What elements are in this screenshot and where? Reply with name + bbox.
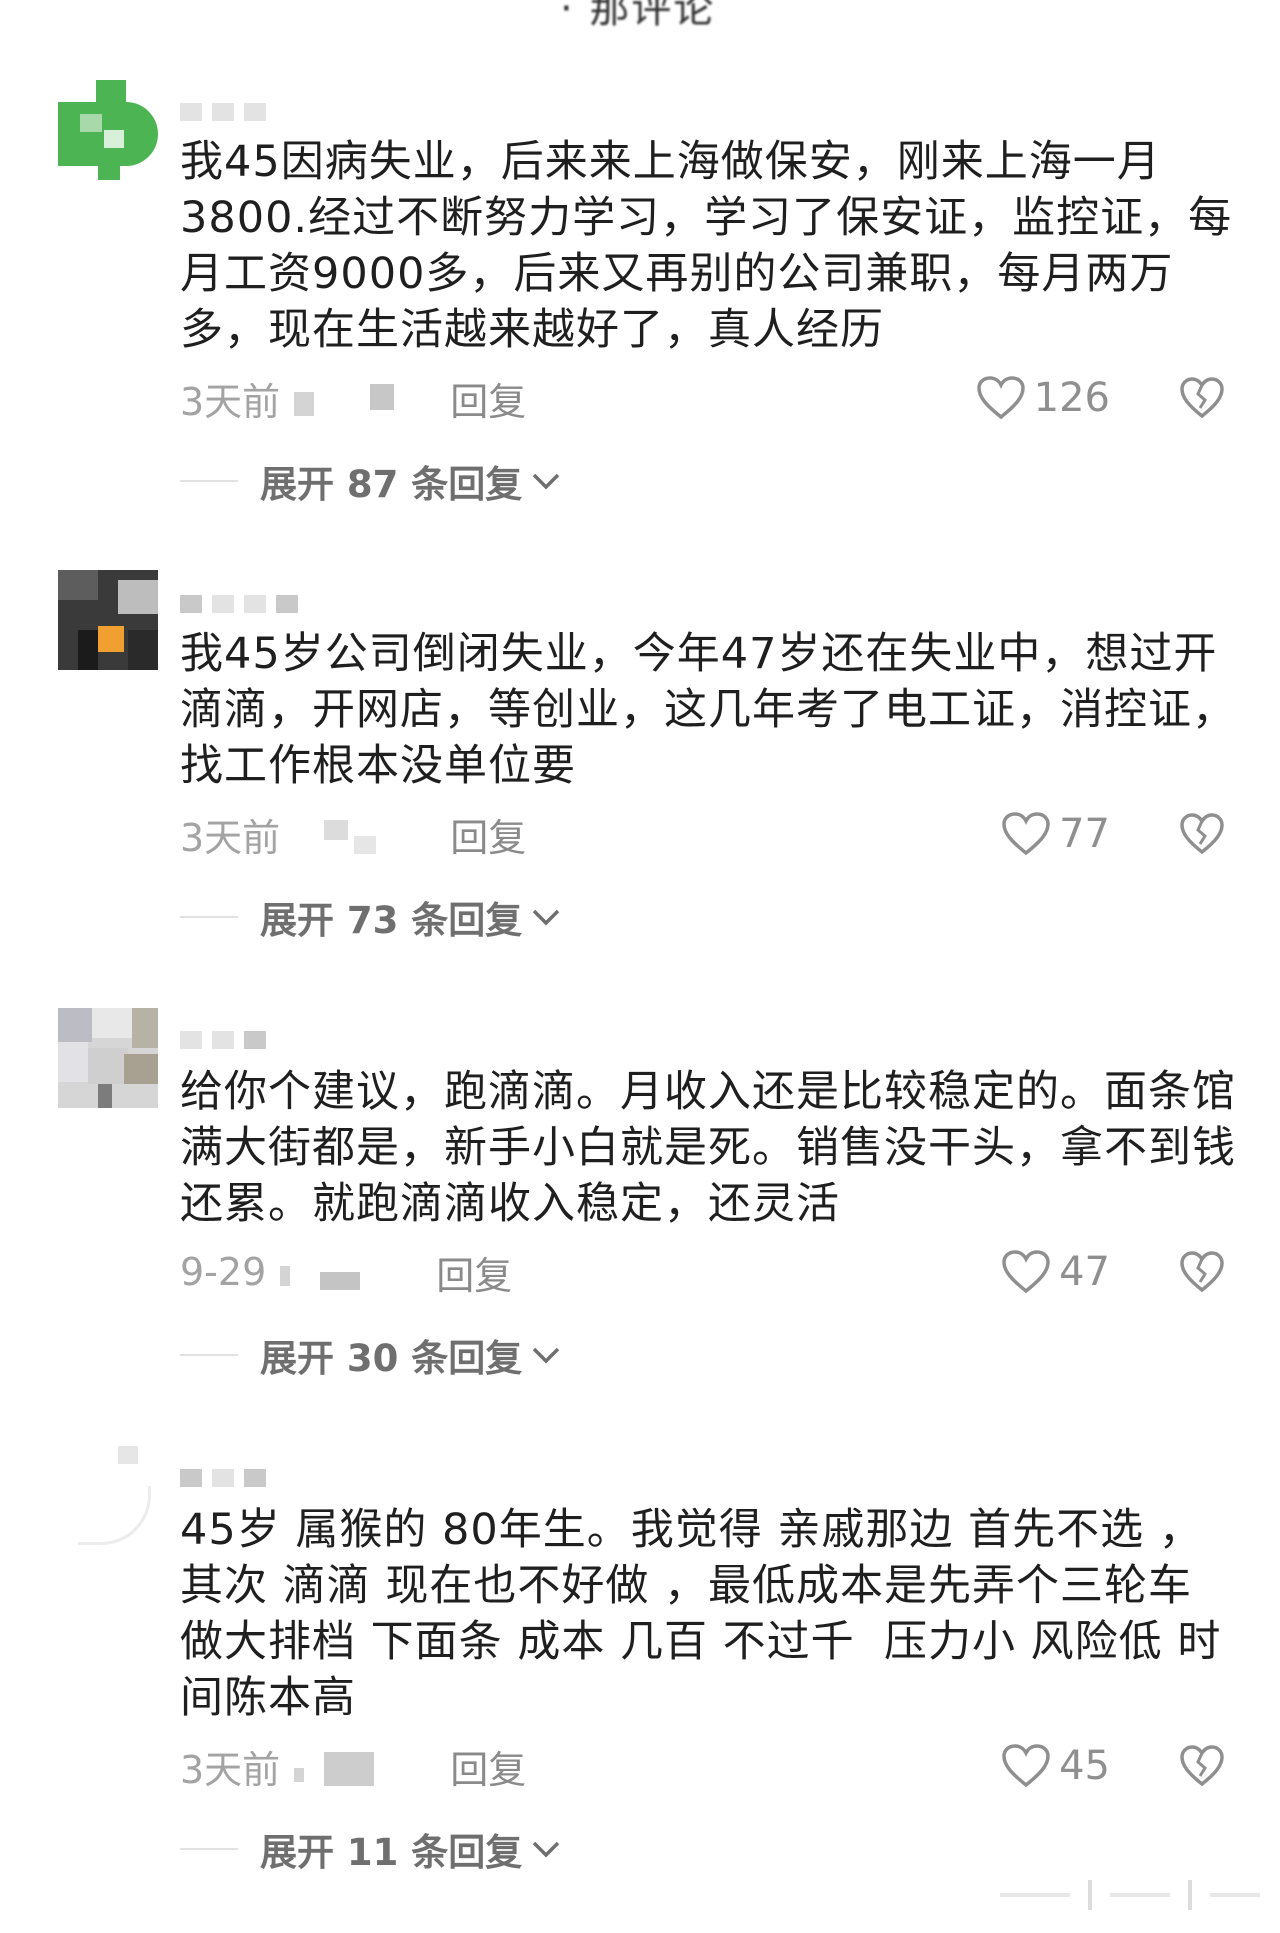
broken-heart-icon[interactable]	[1178, 810, 1226, 858]
comment-meta: 3天前 回复	[180, 370, 526, 426]
username[interactable]	[180, 1466, 266, 1490]
comment-text: 我45岁公司倒闭失业，今年47岁还在失业中，想过开滴滴，开网店，等创业，这几年考…	[180, 629, 1236, 791]
expand-replies-button[interactable]: 展开 87 条回复	[180, 456, 562, 506]
like-count: 126	[1033, 375, 1110, 421]
comment-text: 给你个建议，跑滴滴。月收入还是比较稳定的。面条馆满大街都是，新手小白就是死。销售…	[180, 1067, 1236, 1229]
comment-text: 45岁 属猴的 80年生。我觉得 亲戚那边 首先不选 ，其次 滴滴 现在也不好做…	[180, 1505, 1222, 1723]
expand-label: 展开 30 条回复	[260, 1337, 523, 1380]
expand-replies-button[interactable]: 展开 30 条回复	[180, 1330, 562, 1380]
avatar[interactable]	[58, 1008, 158, 1108]
comment-time: 3天前	[180, 1747, 281, 1792]
header-fragment: · 那评论	[560, 0, 716, 32]
bottom-toolbar-fragment	[1000, 1878, 1260, 1912]
comment-meta: 9-29 回复	[180, 1244, 512, 1300]
reply-button[interactable]: 回复	[436, 1245, 512, 1300]
like-count: 77	[1059, 811, 1110, 857]
username[interactable]	[180, 1028, 266, 1052]
like-count: 45	[1059, 1743, 1110, 1789]
like-button[interactable]: 126	[976, 370, 1110, 426]
heart-outline-icon	[976, 376, 1025, 420]
like-button[interactable]: 47	[1001, 1244, 1110, 1300]
username[interactable]	[180, 592, 298, 616]
like-count: 47	[1059, 1249, 1110, 1295]
reply-button[interactable]: 回复	[450, 807, 526, 862]
expand-replies-button[interactable]: 展开 11 条回复	[180, 1824, 562, 1874]
comment-time: 9-29	[180, 1250, 267, 1294]
mosaic-blur	[294, 814, 404, 854]
avatar[interactable]	[58, 1446, 158, 1546]
reply-button[interactable]: 回复	[450, 371, 526, 426]
expand-label: 展开 73 条回复	[260, 899, 523, 942]
avatar[interactable]	[58, 80, 158, 180]
expand-replies-button[interactable]: 展开 73 条回复	[180, 892, 562, 942]
mosaic-blur	[294, 378, 404, 418]
broken-heart-icon[interactable]	[1178, 1742, 1226, 1790]
heart-outline-icon	[1002, 1744, 1050, 1788]
reply-button[interactable]: 回复	[450, 1739, 526, 1794]
chevron-down-icon	[533, 1347, 560, 1364]
heart-outline-icon	[1002, 1250, 1050, 1294]
expand-label: 展开 87 条回复	[260, 463, 523, 506]
comment-meta: 3天前 回复	[180, 1738, 526, 1794]
broken-heart-icon[interactable]	[1178, 1248, 1226, 1296]
chevron-down-icon	[533, 909, 560, 926]
like-button[interactable]: 77	[1001, 806, 1110, 862]
mosaic-blur	[280, 1252, 390, 1292]
comment-meta: 3天前 回复	[180, 806, 526, 862]
chevron-down-icon	[533, 473, 560, 490]
broken-heart-icon[interactable]	[1178, 374, 1226, 422]
mosaic-blur	[294, 1746, 404, 1786]
expand-label: 展开 11 条回复	[260, 1831, 523, 1874]
username[interactable]	[180, 100, 266, 124]
comment-time: 3天前	[180, 815, 281, 860]
heart-outline-icon	[1002, 812, 1050, 856]
comment-text: 我45因病失业，后来来上海做保安，刚来上海一月3800.经过不断努力学习，学习了…	[180, 137, 1233, 355]
chevron-down-icon	[533, 1841, 560, 1858]
comment-time: 3天前	[180, 379, 281, 424]
avatar[interactable]	[58, 570, 158, 670]
like-button[interactable]: 45	[1001, 1738, 1110, 1794]
